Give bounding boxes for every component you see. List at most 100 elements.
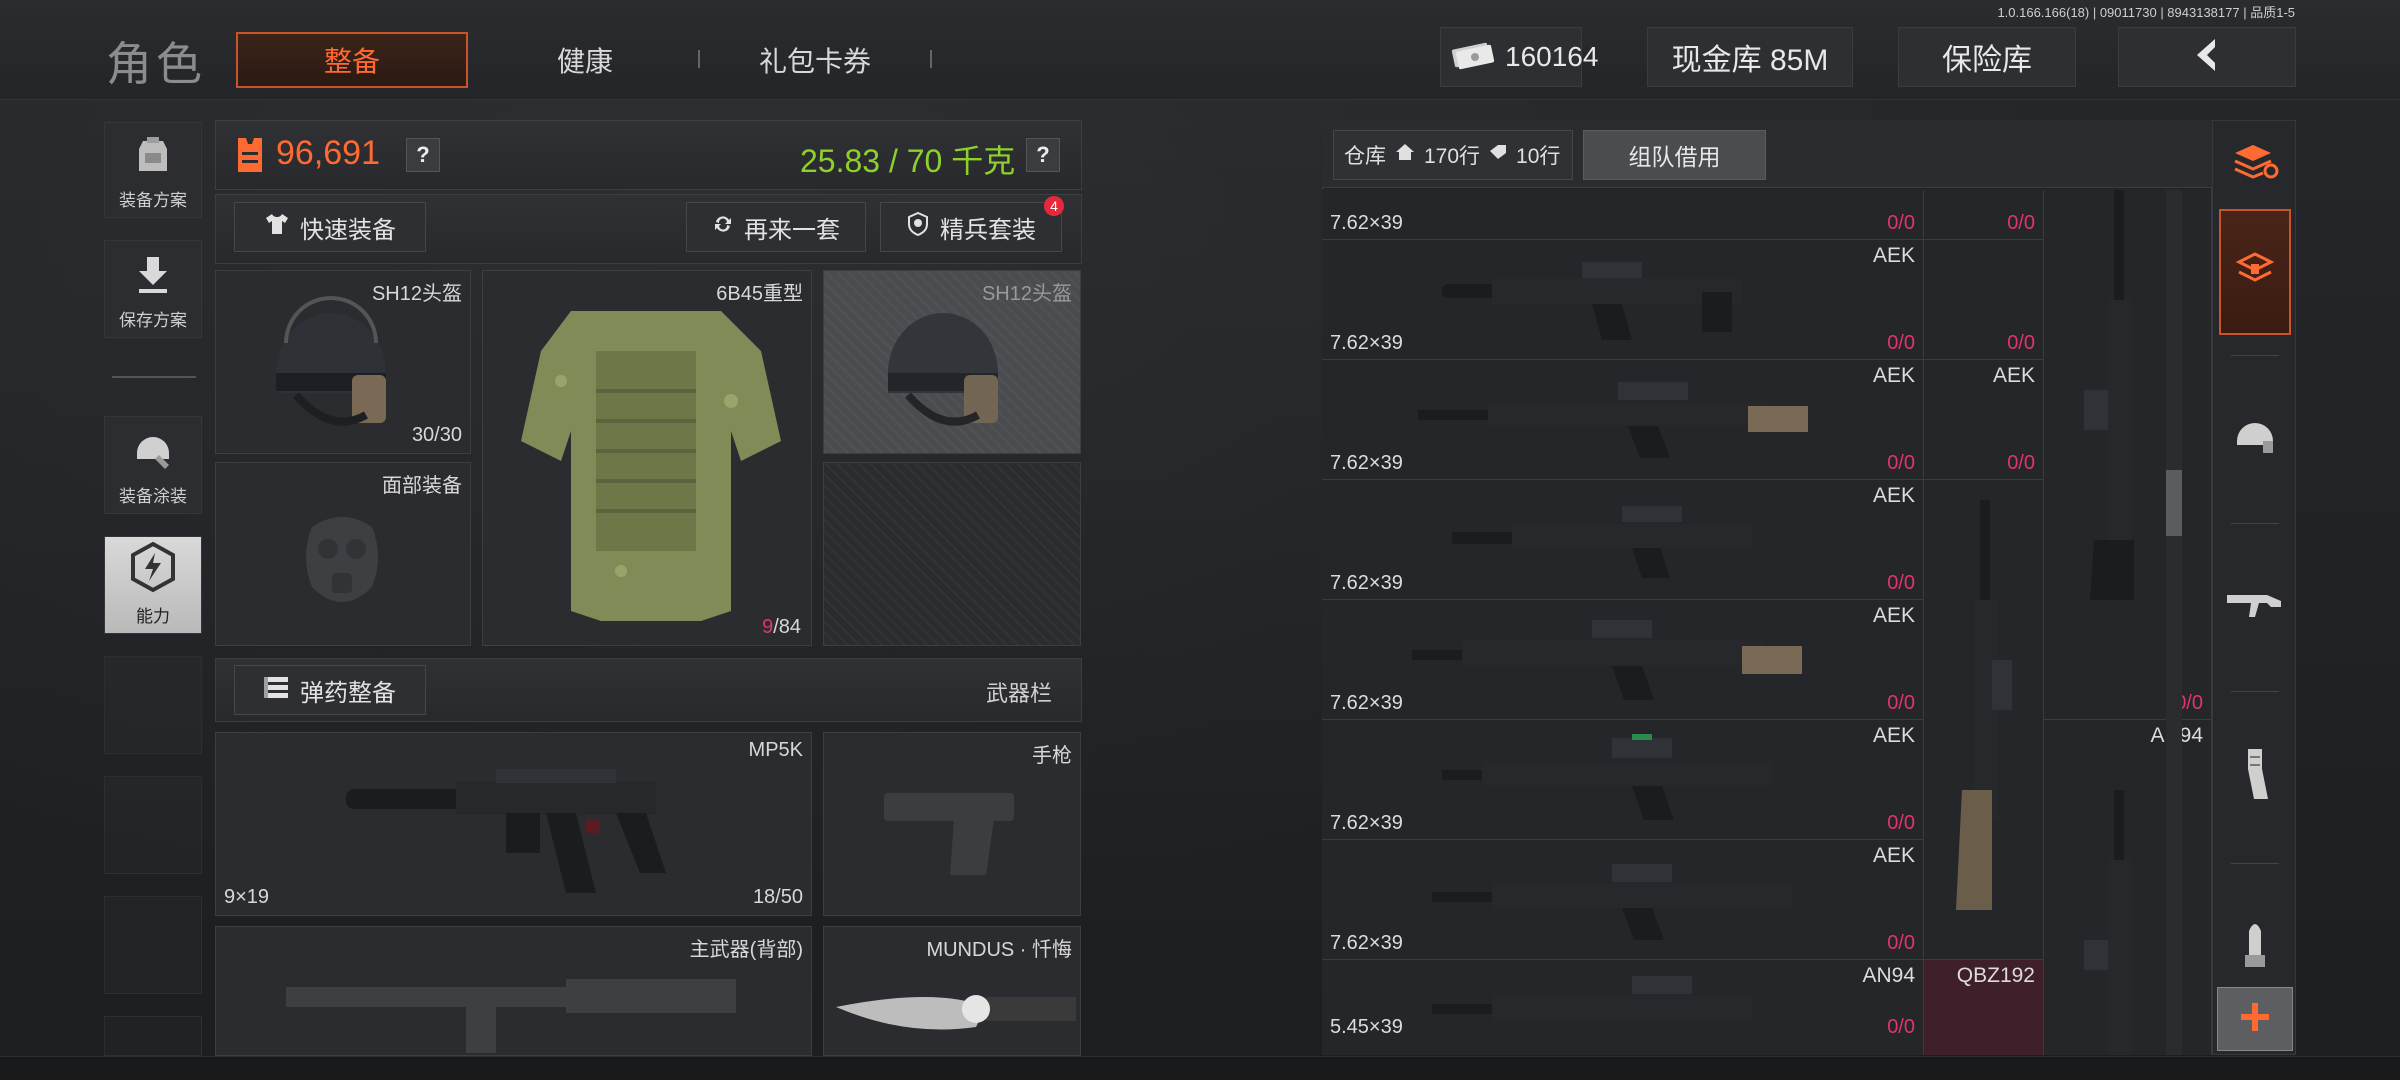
storage-item-tall[interactable]: 0/0 [2044,190,2212,720]
storage-rows: 170行 [1424,145,1481,168]
item-count: 0/0 [1887,332,1915,354]
helmet-preview-slot[interactable]: SH12头盔 [823,270,1081,454]
category-ammo-button[interactable] [2219,909,2291,981]
item-name: AEK [1872,244,1915,267]
version-text: 1.0.166.166(18) | 09011730 | 8943138177 … [1997,5,2295,20]
rifle-vertical-image [1944,500,2024,925]
storage-item[interactable]: 7.62×39 0/0 [1322,190,1924,240]
sidebar-abilities[interactable]: 能力 [104,536,202,634]
item-caliber: 7.62×39 [1330,212,1403,234]
category-all-button[interactable] [2219,127,2291,199]
tab-equip[interactable]: 整备 [236,32,468,88]
an94-rifle-image [1432,970,1772,1045]
melee-name: MUNDUS · 忏悔 [926,939,1072,961]
bottom-bar [0,1056,2400,1080]
stack-box-icon [2235,250,2275,295]
item-name: AEK [1872,484,1915,507]
helmet-slot[interactable]: SH12头盔 30/30 [215,270,471,454]
primary-weapon-slot[interactable]: MP5K 9×19 18/50 [215,732,812,916]
ammo-equip-label: 弹药整备 [300,679,396,707]
plus-icon [2237,999,2273,1040]
item-count: 0/0 [2007,332,2035,354]
storage-scrollbar[interactable] [2166,190,2182,1055]
rail-separator [2231,863,2279,864]
rifle-vertical-image [2074,190,2164,615]
helmet-image [256,283,406,458]
safe-button[interactable]: 保险库 [1898,27,2076,87]
ammo-rows-icon [264,675,290,706]
storage-item[interactable]: AEK 7.62×39 0/0 [1322,240,1924,360]
category-storage-button[interactable] [2219,209,2291,335]
tab-gift-cards[interactable]: 礼包卡券 [740,32,890,88]
category-helmet-button[interactable] [2219,401,2291,473]
cash-stack-icon [1451,38,1495,77]
weight-help-button[interactable]: ? [1026,138,1060,172]
category-magazine-button[interactable] [2219,741,2291,813]
add-category-button[interactable] [2217,987,2293,1051]
melee-slot[interactable]: MUNDUS · 忏悔 [823,926,1081,1056]
storage-item[interactable]: AN94 5.45×39 0/0 [1322,960,1924,1055]
tab-separator [698,50,700,68]
team-borrow-button[interactable]: 组队借用 [1583,130,1766,180]
storage-item[interactable]: AEK 7.62×39 0/0 [1322,720,1924,840]
sidebar-loadout-plans[interactable]: 装备方案 [104,122,202,218]
storage-label: 仓库 [1344,145,1386,168]
sidebar-label: 能力 [136,607,170,626]
loadout-value: 96,691 [276,134,380,172]
storage-item[interactable]: AEK 7.62×39 0/0 [1322,840,1924,960]
storage-item[interactable]: AEK 0/0 [1924,360,2044,480]
shirt-icon [264,211,290,244]
quick-equip-button[interactable]: 快速装备 [234,202,426,252]
item-count: 0/0 [1887,1016,1915,1038]
back-button[interactable] [2118,27,2296,87]
storage-scrollbar-thumb[interactable] [2166,470,2182,536]
rail-separator [2231,691,2279,692]
storage-item[interactable]: 0/0 [1924,240,2044,360]
storage-item[interactable]: QBZ192 [1924,960,2044,1055]
back-weapon-slot[interactable]: 主武器(背部) [215,926,812,1056]
item-name: AEK [1992,364,2035,387]
weapon-bar-label: 武器栏 [986,681,1053,706]
shield-icon [906,211,930,244]
rifle-icon [2225,583,2285,628]
item-name: QBZ192 [1956,964,2035,987]
storage-grid: 7.62×39 0/0 AEK 7.62×39 0/0 AEK 7.62×39 … [1322,190,2212,1055]
item-caliber: 7.62×39 [1330,692,1403,714]
category-rail [2212,120,2296,1055]
storage-item[interactable]: AEK 7.62×39 0/0 [1322,360,1924,480]
rail-separator [2231,355,2279,356]
storage-item-tall[interactable]: AN94 [2044,720,2212,1055]
category-rifle-button[interactable] [2219,569,2291,641]
helmet-paint-icon [129,425,177,478]
back-weapon-name: 主武器(背部) [689,939,803,961]
storage-item[interactable]: AEK 7.62×39 0/0 [1322,480,1924,600]
bills-counter[interactable]: 160164 [1440,27,1598,87]
pistol-slot[interactable]: 手枪 [823,732,1081,916]
armor-slot[interactable]: 6B45重型 9/84 [482,270,812,646]
value-help-button[interactable]: ? [406,138,440,172]
sidebar-save-plan[interactable]: 保存方案 [104,240,202,338]
lightning-hex-icon [127,541,179,598]
sidebar-gear-skins[interactable]: 装备涂装 [104,416,202,514]
empty-gear-slot[interactable] [823,462,1081,646]
item-name: AEK [1872,364,1915,387]
elite-set-button[interactable]: 精兵套装 [880,202,1062,252]
face-slot[interactable]: 面部装备 [215,462,471,646]
storage-item[interactable]: AEK 7.62×39 0/0 [1322,600,1924,720]
storage-item-tall[interactable] [1924,480,2044,960]
mp5k-image [346,753,686,908]
item-count: 0/0 [1887,212,1915,234]
again-button[interactable]: 再来一套 [686,202,866,252]
ammo-equip-button[interactable]: 弹药整备 [234,665,426,715]
weight-text: 25.83 / 70 千克 [800,143,1016,179]
rail-separator [2231,523,2279,524]
tag-rows: 10行 [1516,145,1561,168]
storage-filter[interactable]: 仓库 170行 10行 [1333,130,1573,180]
tab-health[interactable]: 健康 [520,32,650,88]
cash-vault-button[interactable]: 现金库 85M [1647,27,1853,87]
backpack-icon [131,133,175,182]
item-count: 0/0 [1887,692,1915,714]
item-name: AEK [1872,844,1915,867]
storage-item[interactable]: 0/0 [1924,190,2044,240]
item-caliber: 7.62×39 [1330,452,1403,474]
